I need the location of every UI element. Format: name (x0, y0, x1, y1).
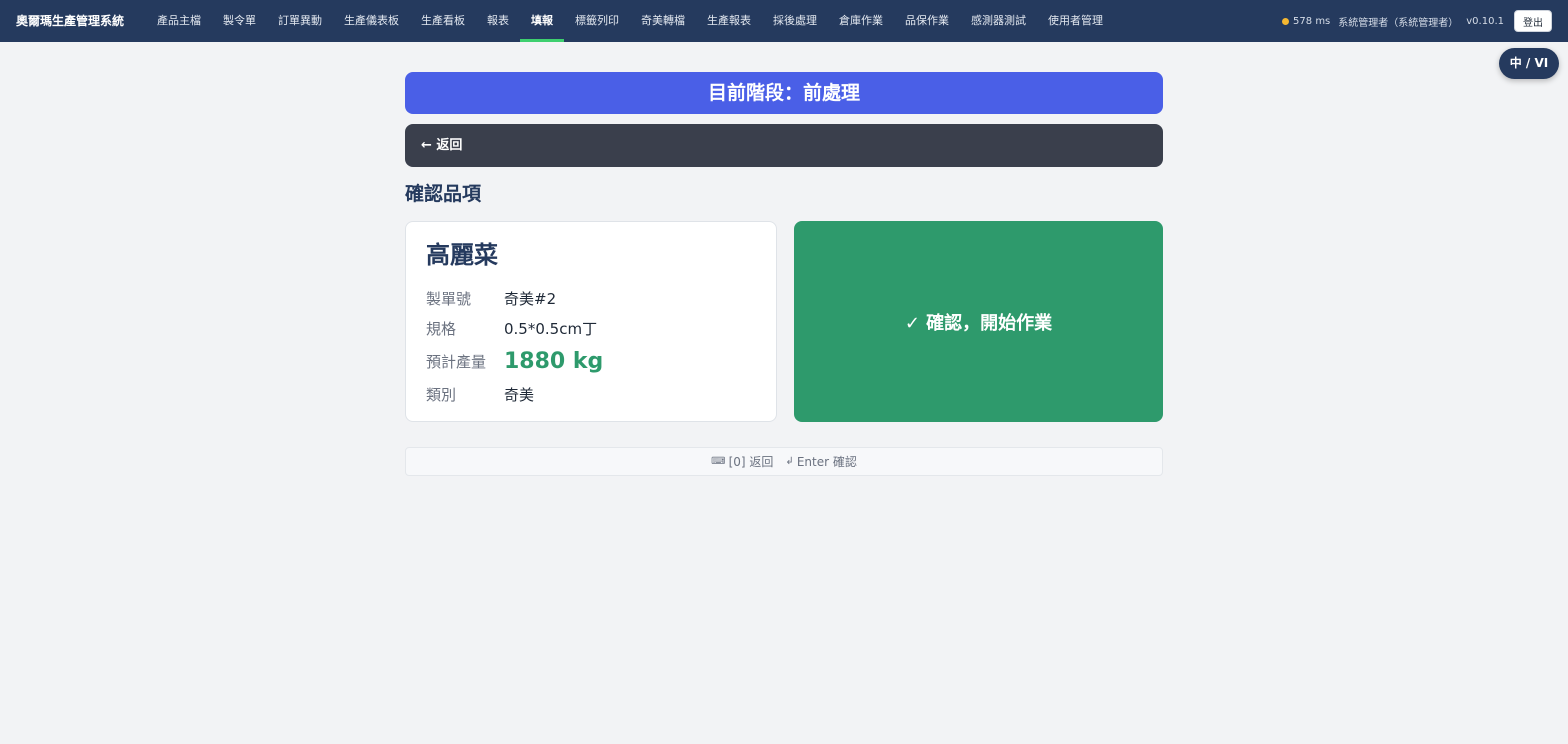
nav-item-label-print[interactable]: 標籤列印 (564, 0, 630, 42)
field-value: 奇美#2 (504, 289, 557, 308)
latency-value: 578 ms (1293, 15, 1331, 27)
planned-output-value: 1880 kg (504, 348, 604, 374)
field-label: 製單號 (426, 289, 472, 308)
current-user: 系統管理者（系統管理者） (1338, 17, 1459, 29)
back-button[interactable]: ← 返回 (405, 124, 1163, 167)
field-value: 奇美 (504, 385, 535, 404)
nav-item-reports[interactable]: 報表 (476, 0, 520, 42)
hint-text: [0] 返回 (728, 455, 774, 469)
nav-item-user-management[interactable]: 使用者管理 (1037, 0, 1114, 42)
nav-item-data-entry[interactable]: 填報 (520, 0, 564, 42)
field-work-order: 製單號 奇美#2 (426, 286, 756, 310)
nav-menu: 產品主檔 製令單 訂單異動 生產儀表板 生產看板 報表 填報 標籤列印 奇美轉檔… (146, 0, 1114, 42)
hint-enter: ↲ Enter 確認 (785, 453, 856, 470)
section-title: 確認品項 (405, 183, 482, 205)
item-detail-card: 高麗菜 製單號 奇美#2 規格 0.5*0.5cm丁 預計產量 1880 kg … (405, 221, 777, 422)
status-dot-icon (1282, 17, 1290, 25)
nav-item-order-changes[interactable]: 訂單異動 (267, 0, 333, 42)
nav-item-product-master[interactable]: 產品主檔 (146, 0, 212, 42)
field-planned-output: 預計產量 1880 kg (426, 346, 756, 376)
nav-item-production-dashboard[interactable]: 生產儀表板 (333, 0, 410, 42)
keyboard-icon: ⌨ (711, 456, 726, 467)
main-content: 目前階段：前處理 ← 返回 確認品項 高麗菜 製單號 奇美#2 規格 0.5*0… (405, 72, 1163, 476)
nav-item-production-report[interactable]: 生產報表 (696, 0, 762, 42)
nav-item-post-harvest[interactable]: 採後處理 (762, 0, 828, 42)
nav-status-area: 578 ms 系統管理者（系統管理者） v0.10.1 登出 (1282, 0, 1552, 42)
keyboard-hints: ⌨ [0] 返回 ↲ Enter 確認 (405, 447, 1163, 476)
confirm-start-button[interactable]: ✓ 確認，開始作業 (794, 221, 1163, 422)
field-label: 規格 (426, 319, 457, 338)
logout-button[interactable]: 登出 (1514, 10, 1552, 32)
field-category: 類別 奇美 (426, 382, 756, 406)
hint-text: Enter 確認 (796, 455, 857, 469)
nav-item-warehouse[interactable]: 倉庫作業 (828, 0, 894, 42)
current-stage-banner: 目前階段：前處理 (405, 72, 1163, 114)
field-spec: 規格 0.5*0.5cm丁 (426, 316, 756, 340)
field-label: 預計產量 (426, 352, 487, 371)
field-value: 0.5*0.5cm丁 (504, 319, 598, 338)
nav-item-work-order[interactable]: 製令單 (212, 0, 267, 42)
app-version: v0.10.1 (1466, 15, 1504, 27)
field-label: 類別 (426, 385, 457, 404)
nav-item-quality-assurance[interactable]: 品保作業 (894, 0, 960, 42)
enter-key-icon: ↲ (785, 456, 794, 467)
app-title[interactable]: 奧爾瑪生產管理系統 (16, 0, 124, 42)
confirm-item-panel: 高麗菜 製單號 奇美#2 規格 0.5*0.5cm丁 預計產量 1880 kg … (405, 221, 1163, 422)
nav-item-production-board[interactable]: 生產看板 (410, 0, 476, 42)
nav-item-chimei-convert[interactable]: 奇美轉檔 (630, 0, 696, 42)
nav-item-sensor-test[interactable]: 感測器測試 (960, 0, 1037, 42)
item-name: 高麗菜 (426, 241, 498, 269)
hint-back: ⌨ [0] 返回 (711, 453, 773, 470)
latency-indicator: 578 ms (1282, 16, 1330, 27)
top-navigation-bar: 奧爾瑪生產管理系統 產品主檔 製令單 訂單異動 生產儀表板 生產看板 報表 填報… (0, 0, 1568, 42)
language-toggle-button[interactable]: 中 / VI (1499, 48, 1559, 79)
